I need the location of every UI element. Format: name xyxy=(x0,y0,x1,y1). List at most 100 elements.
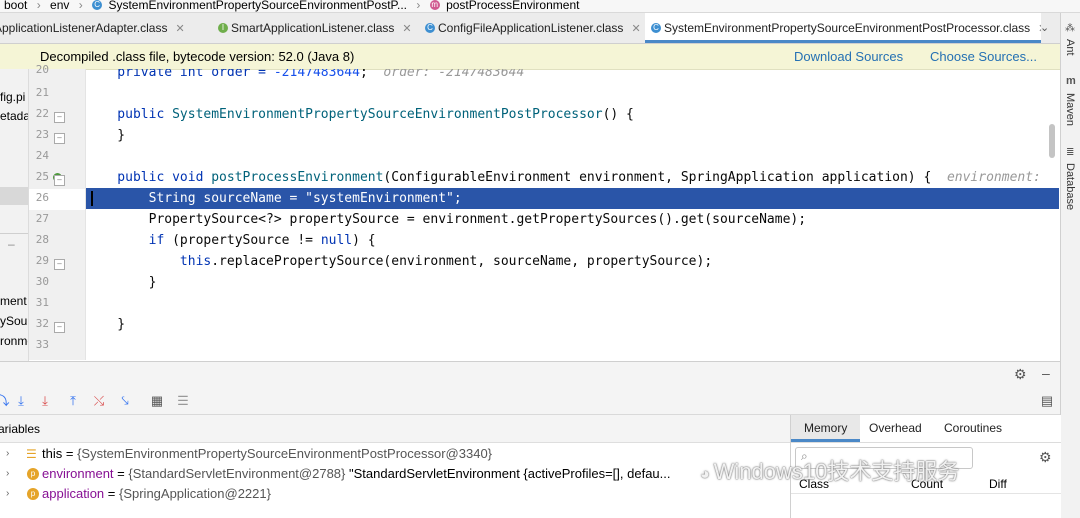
variables-header: ariables xyxy=(0,415,790,443)
breadcrumb-item-method[interactable]: postProcessEnvironment xyxy=(446,0,579,11)
editor-scrollbar-thumb[interactable] xyxy=(1049,124,1055,158)
code-line-20: private int order = -2147483644; order: … xyxy=(86,69,1059,83)
tab-label: SystemEnvironmentPropertySourceEnvironme… xyxy=(664,21,1031,35)
download-sources-link[interactable]: Download Sources xyxy=(794,49,903,64)
minimize-icon[interactable]: – xyxy=(8,237,15,251)
fold-toggle-icon[interactable]: – xyxy=(54,112,65,123)
tab-smart-application-listener[interactable]: I SmartApplicationListener.class ✕ xyxy=(218,13,422,43)
variable-row[interactable]: › p environment = {StandardServletEnviro… xyxy=(0,464,790,484)
close-icon[interactable]: ✕ xyxy=(402,23,411,35)
code-line-23: } xyxy=(86,128,126,143)
drop-frame-icon[interactable]: ⤯ xyxy=(90,392,108,410)
close-icon[interactable]: ✕ xyxy=(631,23,640,35)
expand-arrow-icon[interactable]: › xyxy=(6,484,9,504)
line-number: 23 xyxy=(35,128,49,141)
editor-gutter[interactable]: 20 21 22 23 24 25 26 27 28 29 30 31 32 3… xyxy=(29,63,86,360)
editor-tab-bar: ApplicationListenerAdapter.class ✕ I Smart… xyxy=(0,13,1060,44)
decompiled-notice-bar: Decompiled .class file, bytecode version… xyxy=(0,44,1060,70)
tool-window-ant[interactable]: Ant xyxy=(1064,39,1076,56)
tab-memory[interactable]: Memory xyxy=(791,415,861,442)
variable-text: this = {SystemEnvironmentPropertySourceE… xyxy=(42,444,492,464)
ant-icon: ⁂ xyxy=(1065,23,1075,34)
fold-toggle-icon[interactable]: – xyxy=(54,259,65,270)
expand-arrow-icon[interactable]: › xyxy=(6,444,9,464)
code-token: private int order = xyxy=(86,69,274,80)
text-caret xyxy=(91,191,93,206)
gear-icon[interactable]: ⚙ xyxy=(1014,366,1027,383)
fold-toggle-icon[interactable]: – xyxy=(54,322,65,333)
column-header-diff[interactable]: Diff xyxy=(989,477,1007,491)
breadcrumb-item-boot[interactable]: boot xyxy=(0,0,27,11)
structure-node-label[interactable]: ment xyxy=(0,294,27,308)
line-number: 24 xyxy=(35,149,49,162)
run-to-cursor-icon[interactable]: ⤥ xyxy=(116,392,134,410)
fold-toggle-icon[interactable]: – xyxy=(54,175,65,186)
code-token: () { xyxy=(602,107,634,122)
inline-value-hint: environment: xyxy=(946,170,1049,185)
tab-config-file-application-listener[interactable]: C ConfigFileApplicationListener.class ✕ xyxy=(425,13,640,43)
code-token: if xyxy=(86,233,173,248)
chevron-right-icon: › xyxy=(416,0,421,12)
variable-row[interactable]: › p application = {SpringApplication@222… xyxy=(0,484,790,504)
variable-name: environment xyxy=(42,466,114,481)
inline-value-hint: order: -2147483644 xyxy=(383,69,525,80)
code-token: public xyxy=(86,107,173,122)
code-token: (propertySource != xyxy=(172,233,321,248)
code-line-27: PropertySource<?> propertySource = envir… xyxy=(86,212,807,227)
project-node-label[interactable]: etada xyxy=(0,109,28,123)
line-number: 22 xyxy=(35,107,49,120)
code-editor[interactable]: private int order = -2147483644; order: … xyxy=(86,69,1059,360)
gear-icon[interactable]: ⚙ xyxy=(1039,449,1052,466)
code-line-25: public void postProcessEnvironment(Confi… xyxy=(86,167,1059,188)
chevron-down-icon[interactable]: ⌄ xyxy=(1040,21,1049,34)
variable-ref: {SpringApplication@2221} xyxy=(118,486,271,501)
tool-window-maven[interactable]: Maven xyxy=(1064,93,1076,126)
layout-settings-icon[interactable]: ▤ xyxy=(1038,392,1056,410)
tab-coroutines[interactable]: Coroutines xyxy=(944,415,1002,442)
class-icon: C xyxy=(425,23,435,33)
step-into-icon[interactable]: ⤓ xyxy=(36,392,54,410)
structure-node-label[interactable]: ySour xyxy=(0,314,28,328)
show-execution-point-icon[interactable]: ⤵ xyxy=(0,392,12,410)
choose-sources-link[interactable]: Choose Sources... xyxy=(930,49,1037,64)
variable-text: application = {SpringApplication@2221} xyxy=(42,484,271,504)
line-number: 30 xyxy=(35,275,49,288)
tab-system-environment-post-processor[interactable]: C SystemEnvironmentPropertySourceEnvironm… xyxy=(645,13,1041,43)
chevron-right-icon: › xyxy=(78,0,83,12)
debug-panel-header: ⚙ – xyxy=(0,361,1060,388)
step-over-icon[interactable]: ⤓ xyxy=(12,392,30,410)
code-token: this xyxy=(86,254,212,269)
tab-label: ApplicationListenerAdapter.class xyxy=(0,21,168,35)
step-out-icon[interactable]: ⤒ xyxy=(64,392,82,410)
code-line-22: public SystemEnvironmentPropertySourceEn… xyxy=(86,104,1059,125)
close-icon[interactable]: ✕ xyxy=(175,23,184,35)
minimize-icon[interactable]: – xyxy=(1042,365,1050,381)
selected-tree-row[interactable] xyxy=(0,187,28,205)
project-node-label[interactable]: fig.pi xyxy=(0,90,25,104)
tab-overhead[interactable]: Overhead xyxy=(869,415,922,442)
structure-node-label[interactable]: ronme xyxy=(0,334,28,348)
evaluate-expression-icon[interactable]: ▦ xyxy=(148,392,166,410)
parameter-icon: p xyxy=(27,488,39,500)
variable-eq: = xyxy=(62,446,78,461)
fields-icon: ☰ xyxy=(26,447,37,461)
class-icon: C xyxy=(92,0,103,10)
chevron-right-icon: › xyxy=(36,0,41,12)
variable-name: application xyxy=(42,486,105,501)
expand-arrow-icon[interactable]: › xyxy=(6,464,9,484)
tab-application-listener-adapter[interactable]: ApplicationListenerAdapter.class ✕ xyxy=(0,13,215,43)
variable-row[interactable]: › ☰ this = {SystemEnvironmentPropertySou… xyxy=(0,444,790,464)
breadcrumb-item-class[interactable]: SystemEnvironmentPropertySourceEnvironme… xyxy=(108,0,407,11)
line-number: 32 xyxy=(35,317,49,330)
code-token: ; xyxy=(359,69,384,80)
tool-window-database[interactable]: Database xyxy=(1064,163,1076,210)
line-number: 20 xyxy=(35,63,49,76)
code-token: "systemEnvironment" xyxy=(305,191,454,206)
code-line-30: } xyxy=(86,275,157,290)
line-number: 33 xyxy=(35,338,49,351)
trace-icon[interactable]: ☰ xyxy=(174,392,192,410)
code-line-32: } xyxy=(86,317,126,332)
fold-toggle-icon[interactable]: – xyxy=(54,133,65,144)
code-token: ) { xyxy=(352,233,376,248)
breadcrumb-item-env[interactable]: env xyxy=(50,0,69,11)
